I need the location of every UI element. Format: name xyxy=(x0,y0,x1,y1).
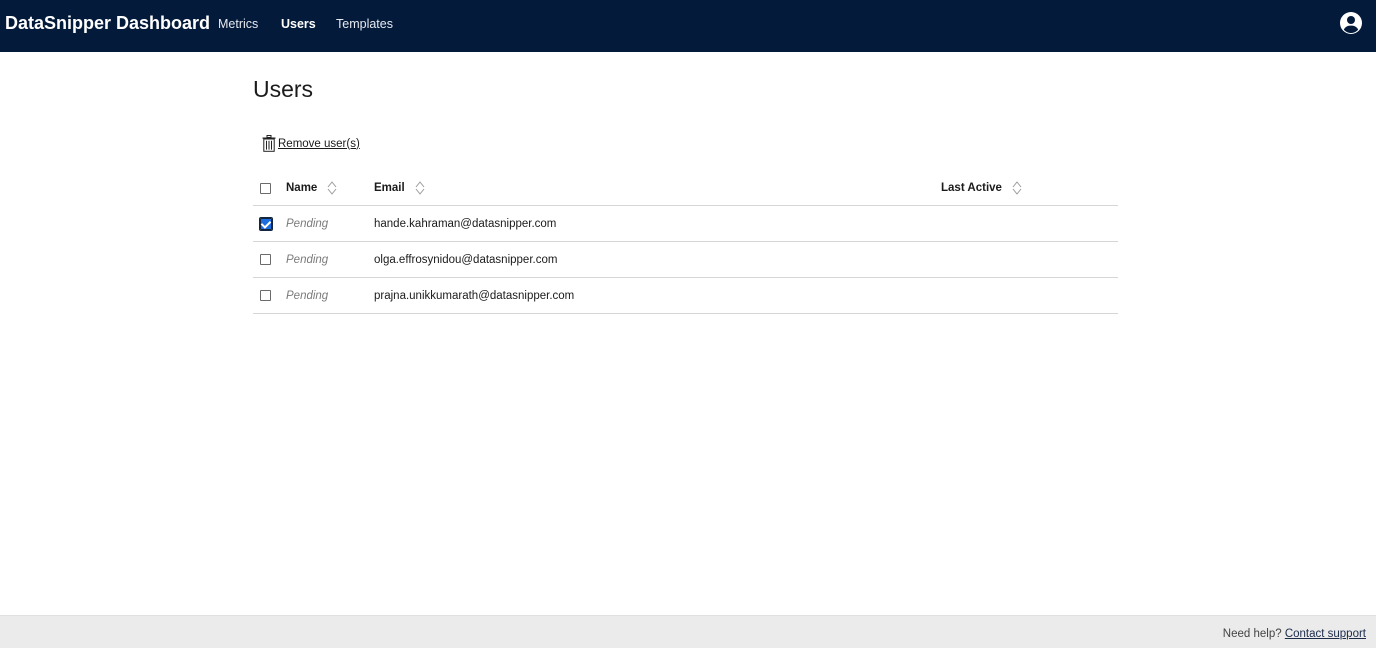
brand-title[interactable]: DataSnipper Dashboard xyxy=(5,13,210,34)
table-row[interactable]: Pending hande.kahraman@datasnipper.com xyxy=(253,206,1118,242)
footer: Need help? Contact support xyxy=(0,615,1376,648)
user-name: Pending xyxy=(286,289,329,302)
column-header-last-active[interactable]: Last Active xyxy=(941,171,1022,205)
row-checkbox[interactable] xyxy=(260,290,271,301)
user-name: Pending xyxy=(286,217,329,230)
sort-icon[interactable] xyxy=(327,180,337,196)
user-email: olga.effrosynidou@datasnipper.com xyxy=(374,253,558,266)
column-header-name-label: Name xyxy=(286,182,318,194)
help-text: Need help? xyxy=(1222,628,1282,640)
nav-users[interactable]: Users xyxy=(281,17,316,31)
page-title: Users xyxy=(253,76,314,102)
footer-help: Need help? Contact support xyxy=(1223,628,1366,640)
remove-users-button[interactable]: Remove user(s) xyxy=(262,135,360,152)
sort-icon[interactable] xyxy=(415,180,425,196)
user-name: Pending xyxy=(286,253,329,266)
row-checkbox[interactable] xyxy=(260,254,271,265)
users-table: Name Email Last Active Pending hande.kah… xyxy=(253,171,1118,314)
nav-metrics[interactable]: Metrics xyxy=(218,17,258,31)
column-header-name[interactable]: Name xyxy=(286,171,337,205)
remove-users-label: Remove user(s) xyxy=(278,137,360,150)
user-email: hande.kahraman@datasnipper.com xyxy=(374,217,557,230)
column-header-last-active-label: Last Active xyxy=(941,182,1002,194)
table-header-row: Name Email Last Active xyxy=(253,171,1118,206)
top-navigation-bar: DataSnipper Dashboard Metrics Users Temp… xyxy=(0,0,1376,52)
table-row[interactable]: Pending prajna.unikkumarath@datasnipper.… xyxy=(253,278,1118,314)
column-header-email-label: Email xyxy=(374,182,405,194)
column-header-email[interactable]: Email xyxy=(374,171,425,205)
row-checkbox[interactable] xyxy=(259,216,273,231)
nav-templates[interactable]: Templates xyxy=(336,17,393,31)
trash-icon xyxy=(262,135,276,152)
table-row[interactable]: Pending olga.effrosynidou@datasnipper.co… xyxy=(253,242,1118,278)
sort-icon[interactable] xyxy=(1012,180,1022,196)
user-email: prajna.unikkumarath@datasnipper.com xyxy=(374,289,575,302)
account-circle-icon[interactable] xyxy=(1339,11,1363,35)
select-all-checkbox[interactable] xyxy=(260,182,271,194)
contact-support-link[interactable]: Contact support xyxy=(1285,628,1366,640)
